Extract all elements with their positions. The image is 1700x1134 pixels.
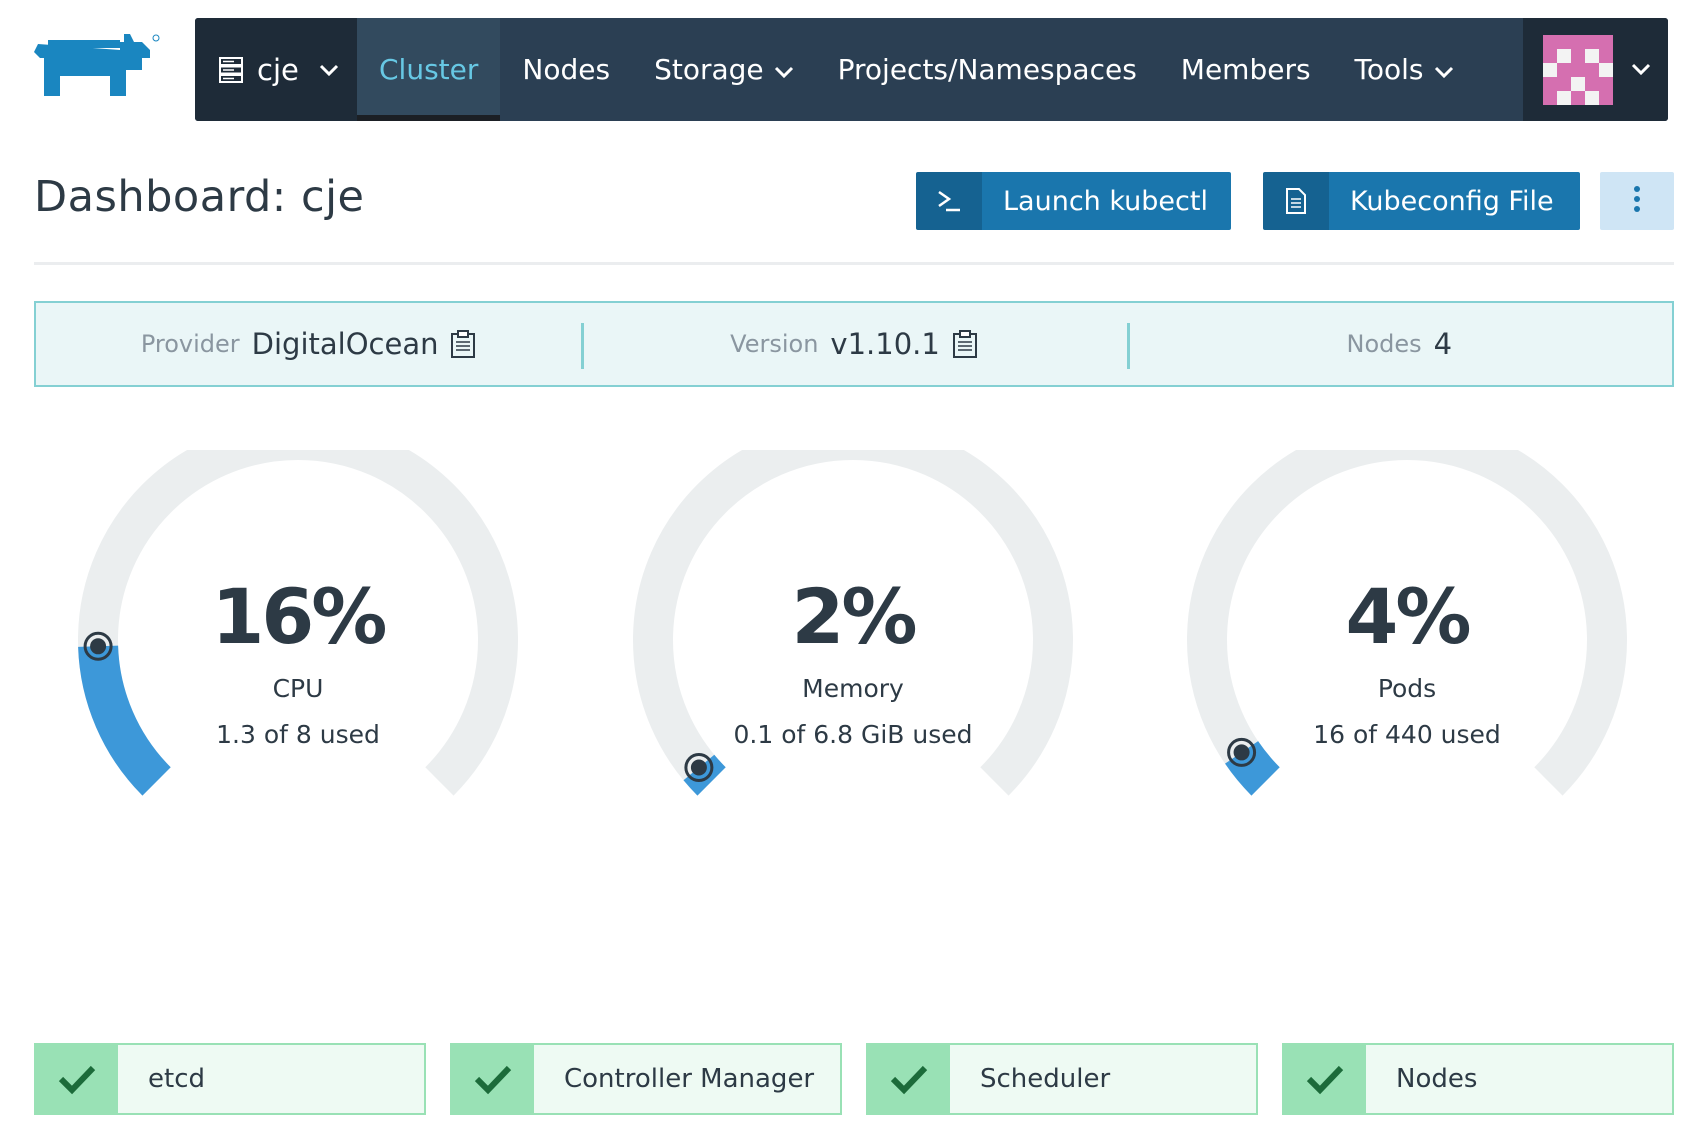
nav-item-label: Tools — [1354, 53, 1424, 86]
chevron-down-icon — [1631, 60, 1651, 79]
launch-kubectl-button[interactable]: Launch kubectl — [916, 172, 1231, 230]
status-label: Nodes — [1396, 1064, 1478, 1094]
clipboard-icon[interactable] — [952, 329, 978, 359]
cluster-info-bar: Provider DigitalOcean Version v1.10.1 No… — [34, 301, 1674, 387]
gauge-used: 0.1 of 6.8 GiB used — [733, 720, 973, 749]
vertical-dots-icon — [1633, 185, 1641, 217]
main-menu: Cluster Nodes Storage Projects/Namespaces Me… — [357, 18, 1476, 121]
header-divider — [34, 262, 1674, 265]
kubeconfig-file-label: Kubeconfig File — [1329, 172, 1580, 230]
version-key: Version — [730, 330, 819, 358]
file-icon — [1263, 172, 1329, 230]
provider-info: Provider DigitalOcean — [36, 303, 581, 385]
status-scheduler: Scheduler — [866, 1043, 1258, 1115]
status-label: etcd — [148, 1064, 205, 1094]
nav-item-cluster[interactable]: Cluster — [357, 18, 501, 121]
nav-item-nodes[interactable]: Nodes — [500, 18, 632, 121]
status-label: Scheduler — [980, 1064, 1111, 1094]
gauge-label: Pods — [1377, 674, 1437, 703]
rancher-logo[interactable] — [30, 30, 170, 100]
provider-key: Provider — [140, 330, 240, 358]
gauge-used: 1.3 of 8 used — [216, 720, 380, 749]
memory-gauge: 2% Memory 0.1 of 6.8 GiB used — [603, 450, 1103, 900]
nav-item-members[interactable]: Members — [1159, 18, 1333, 121]
status-label: Controller Manager — [564, 1064, 815, 1094]
gauge-value-arc — [78, 645, 172, 796]
version-value: v1.10.1 — [830, 327, 940, 361]
avatar — [1543, 34, 1613, 105]
nodes-value: 4 — [1433, 327, 1453, 361]
nav-item-label: Nodes — [522, 53, 611, 86]
nav-item-label: Cluster — [379, 53, 479, 86]
page-title: Dashboard: cje — [34, 172, 365, 222]
clipboard-icon[interactable] — [450, 329, 476, 359]
gauge-label: Memory — [802, 674, 904, 703]
server-icon — [219, 56, 243, 83]
nav-item-label: Projects/Namespaces — [837, 53, 1137, 86]
nodes-info: Nodes 4 — [1126, 303, 1672, 385]
chevron-down-icon — [774, 66, 794, 78]
nav-item-tools[interactable]: Tools — [1333, 18, 1476, 121]
gauge-percent: 16% — [211, 572, 388, 661]
nav-item-label: Members — [1180, 53, 1311, 86]
provider-value: DigitalOcean — [251, 327, 439, 361]
nodes-key: Nodes — [1346, 330, 1422, 358]
top-nav: cje Cluster Nodes Storage Projects/Namespac… — [195, 18, 1668, 121]
chevron-down-icon — [319, 64, 339, 76]
gauge-used: 16 of 440 used — [1313, 720, 1501, 749]
cluster-name: cje — [257, 52, 299, 87]
check-icon — [452, 1045, 534, 1113]
check-icon — [1284, 1045, 1366, 1113]
cpu-gauge: 16% CPU 1.3 of 8 used — [48, 450, 548, 900]
terminal-icon — [916, 172, 982, 230]
cluster-selector[interactable]: cje — [195, 18, 357, 121]
status-etcd: etcd — [34, 1043, 426, 1115]
nav-item-storage[interactable]: Storage — [632, 18, 816, 121]
status-controller-manager: Controller Manager — [450, 1043, 842, 1115]
check-icon — [868, 1045, 950, 1113]
check-icon — [36, 1045, 118, 1113]
status-nodes: Nodes — [1282, 1043, 1674, 1115]
gauge-percent: 2% — [791, 572, 917, 661]
nav-item-projects-namespaces[interactable]: Projects/Namespaces — [816, 18, 1159, 121]
nav-item-label: Storage — [654, 53, 764, 86]
version-info: Version v1.10.1 — [581, 303, 1126, 385]
launch-kubectl-label: Launch kubectl — [982, 172, 1231, 230]
more-actions-button[interactable] — [1600, 172, 1674, 230]
chevron-down-icon — [1434, 66, 1454, 78]
kubeconfig-file-button[interactable]: Kubeconfig File — [1263, 172, 1580, 230]
gauge-percent: 4% — [1345, 572, 1471, 661]
pods-gauge: 4% Pods 16 of 440 used — [1157, 450, 1657, 900]
gauge-label: CPU — [272, 674, 324, 703]
user-menu[interactable] — [1523, 18, 1668, 121]
